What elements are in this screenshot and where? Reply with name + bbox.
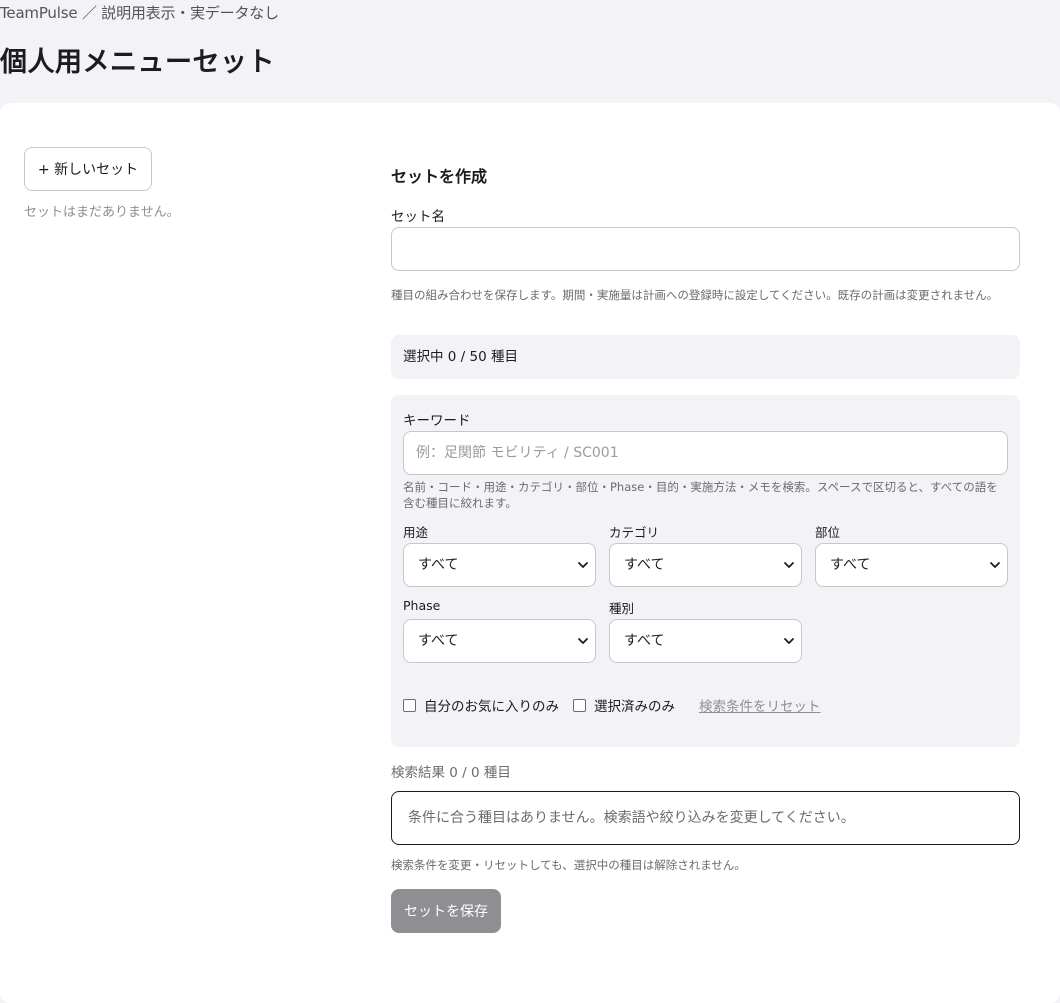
filter-checks: 自分のお気に入りのみ 選択済みのみ 検索条件をリセット xyxy=(403,695,821,715)
reset-filters-link[interactable]: 検索条件をリセット xyxy=(699,695,821,715)
set-name-hint: 種目の組み合わせを保存します。期間・実施量は計画への登録時に設定してください。既… xyxy=(391,288,999,302)
keyword-hint: 名前・コード・用途・カテゴリ・部位・Phase・目的・実施方法・メモを検索。スペ… xyxy=(403,480,998,510)
filter-label-purpose: 用途 xyxy=(403,525,429,540)
results-count: 検索結果 0 / 0 種目 xyxy=(391,765,511,781)
favorites-only-checkbox[interactable] xyxy=(403,698,416,712)
filter-label-type: 種別 xyxy=(609,601,635,616)
page-title: 個人用メニューセット xyxy=(0,47,275,78)
filter-label-body-part: 部位 xyxy=(815,525,841,540)
filter-phase: すべて xyxy=(403,619,596,663)
selected-only-checkbox[interactable] xyxy=(573,698,586,712)
empty-sets-message: セットはまだありません。 xyxy=(24,205,180,220)
filter-label-category: カテゴリ xyxy=(609,525,660,540)
filter-category: すべて xyxy=(609,543,802,587)
keyword-label: キーワード xyxy=(403,413,471,429)
filter-label-phase: Phase xyxy=(403,598,441,613)
keyword-input[interactable] xyxy=(403,431,1008,475)
selected-only-label: 選択済みのみ xyxy=(594,699,675,715)
set-name-label: セット名 xyxy=(391,209,445,225)
filter-type: すべて xyxy=(609,619,802,663)
selected-count: 選択中 0 / 50 種目 xyxy=(391,335,1020,379)
set-name-input[interactable] xyxy=(391,227,1020,271)
filter-panel: キーワード 名前・コード・用途・カテゴリ・部位・Phase・目的・実施方法・メモ… xyxy=(391,395,1020,747)
breadcrumb: TeamPulse ／ 説明用表示・実データなし xyxy=(0,4,279,22)
new-set-button[interactable]: + 新しいセット xyxy=(24,147,152,191)
favorites-only-label: 自分のお気に入りのみ xyxy=(424,699,559,715)
results-empty-message: 条件に合う種目はありません。検索語や絞り込みを変更してください。 xyxy=(391,791,1020,845)
type-select[interactable]: すべて xyxy=(609,619,802,663)
save-set-button[interactable]: セットを保存 xyxy=(391,889,501,933)
purpose-select[interactable]: すべて xyxy=(403,543,596,587)
category-select[interactable]: すべて xyxy=(609,543,802,587)
main-card: + 新しいセット セットはまだありません。 セットを作成 セット名 種目の組み合… xyxy=(0,103,1060,1003)
body-part-select[interactable]: すべて xyxy=(815,543,1008,587)
phase-select[interactable]: すべて xyxy=(403,619,596,663)
filter-body-part: すべて xyxy=(815,543,1008,587)
filter-purpose: すべて xyxy=(403,543,596,587)
reset-note: 検索条件を変更・リセットしても、選択中の種目は解除されません。 xyxy=(391,858,746,872)
form-title: セットを作成 xyxy=(391,167,488,186)
